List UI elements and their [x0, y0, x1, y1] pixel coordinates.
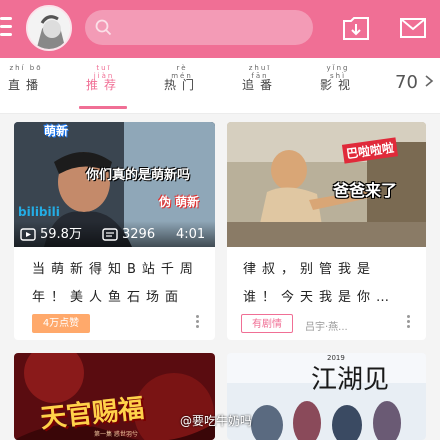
thumb-title: 江湖见: [311, 365, 390, 395]
video-thumbnail[interactable]: 萌新 你们真的是萌新吗 伪 萌新 bilibili 59.8万 3296 4:0…: [14, 122, 215, 247]
menu-icon[interactable]: [0, 17, 12, 39]
download-icon[interactable]: [341, 13, 371, 43]
video-title-line1[interactable]: 律叔，别管我是: [243, 256, 418, 284]
video-card[interactable]: 巴啦啦啦 爸爸来了 律叔，别管我是 谁！今天我是你… 有剧情 吕宇·燕...: [227, 122, 426, 340]
tab-live[interactable]: zhí bō 直播: [8, 64, 44, 112]
duration: 4:01: [176, 227, 206, 242]
avatar[interactable]: [26, 5, 72, 51]
video-stats: 59.8万 3296 4:01: [14, 221, 215, 247]
tab-hot[interactable]: rè mén 热门: [164, 64, 200, 112]
uploader-name[interactable]: 吕宇·燕...: [305, 318, 348, 333]
tab-recommend[interactable]: tuī jiàn 推荐: [86, 64, 122, 112]
thumb-subtitle: 第一集 惑世羽兮: [94, 431, 138, 438]
thumb-caption: 你们真的是萌新吗: [86, 168, 191, 183]
video-title-line2[interactable]: 年！美人鱼石场面: [32, 284, 207, 312]
category-tabs: zhí bō 直播 tuī jiàn 推荐 rè mén 热门 zhuī fān…: [0, 58, 440, 114]
tab-label: 直播: [8, 78, 45, 92]
tab-label: 推荐: [86, 78, 123, 92]
thumb-logo: bilibili: [18, 205, 60, 219]
video-tag: 4万点赞: [32, 314, 90, 333]
tab-label: 热门: [164, 78, 201, 92]
mail-icon[interactable]: [398, 13, 428, 43]
top-bar: [0, 0, 440, 58]
play-count-icon: [20, 228, 36, 241]
more-options-icon[interactable]: [407, 315, 411, 329]
tab-pinyin: rè mén: [171, 64, 193, 80]
tab-pinyin: tuī jiàn: [93, 64, 115, 80]
view-count: 59.8万: [40, 227, 82, 242]
tab-movies[interactable]: yǐng shì 影视: [320, 64, 356, 112]
tab-active-indicator: [79, 106, 127, 109]
tab-pinyin: yǐng shì: [326, 64, 350, 80]
thumb-badge: 萌新: [44, 124, 69, 138]
video-thumbnail[interactable]: 巴啦啦啦 爸爸来了: [227, 122, 426, 247]
tab-pinyin: zhuī fān: [248, 64, 272, 80]
danmaku-icon: [102, 228, 118, 241]
tab-label: 影视: [320, 78, 357, 92]
tab-pinyin: zhí bō: [9, 64, 43, 72]
video-tag: 有剧情: [241, 314, 293, 333]
video-thumbnail[interactable]: 2019 江湖见: [227, 353, 426, 440]
tab-more[interactable]: 70: [395, 72, 418, 93]
video-card[interactable]: 萌新 你们真的是萌新吗 伪 萌新 bilibili 59.8万 3296 4:0…: [14, 122, 215, 340]
more-options-icon[interactable]: [196, 315, 200, 329]
chevron-right-icon[interactable]: [424, 74, 434, 88]
thumb-caption: 爸爸来了: [333, 181, 398, 200]
watermark: @要吃牛奶吗: [180, 414, 253, 428]
thumb-fake-badge: 伪 萌新: [159, 195, 200, 209]
search-icon: [95, 19, 112, 36]
video-title-line2[interactable]: 谁！今天我是你…: [243, 284, 418, 312]
search-input[interactable]: [85, 10, 313, 45]
tab-anime[interactable]: zhuī fān 追番: [242, 64, 278, 112]
video-card[interactable]: 2019 江湖见: [227, 353, 426, 440]
danmaku-count: 3296: [122, 227, 156, 242]
video-title-line1[interactable]: 当萌新得知B站千周: [32, 256, 207, 284]
tab-label: 追番: [242, 78, 279, 92]
